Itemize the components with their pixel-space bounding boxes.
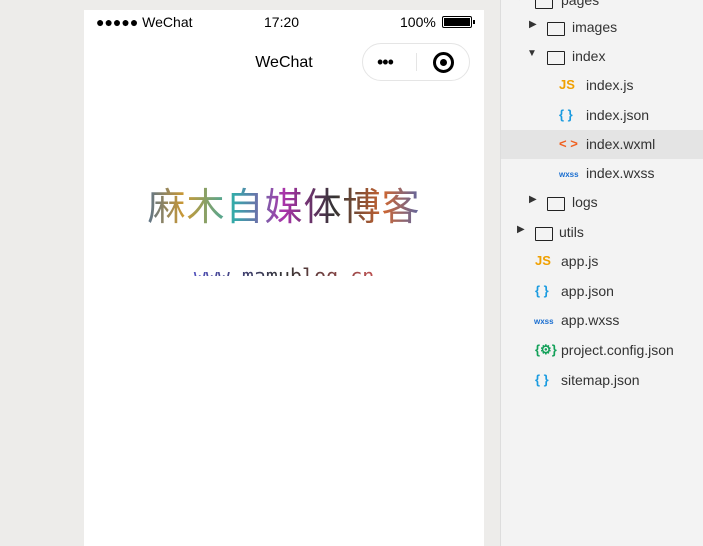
divider: [416, 53, 417, 71]
wxml-file-icon: < >: [559, 136, 578, 151]
tree-item-index-wxml[interactable]: < > index.wxml: [501, 130, 703, 159]
json-file-icon: { }: [535, 372, 549, 387]
json-file-icon: { }: [535, 283, 549, 298]
capsule-menu: •••: [362, 43, 470, 81]
tree-item-sitemap[interactable]: { } sitemap.json: [501, 366, 703, 395]
chevron-right-icon: ▶: [529, 194, 537, 205]
file-tree: ▼pages ▶images ▼index JSindex.js { }inde…: [500, 0, 703, 546]
status-bar: ●●●●● WeChat 17:20 100%: [84, 10, 484, 34]
folder-icon: [535, 227, 553, 241]
js-file-icon: JS: [559, 77, 575, 92]
carrier: ●●●●● WeChat: [96, 14, 193, 30]
config-file-icon: {⚙}: [535, 342, 557, 357]
js-file-icon: JS: [535, 253, 551, 268]
json-file-icon: { }: [559, 107, 573, 122]
tree-item-images[interactable]: ▶ images: [501, 13, 703, 42]
tree-item-index-js[interactable]: JS index.js: [501, 71, 703, 100]
time: 17:20: [264, 14, 300, 30]
tree-item-index-wxss[interactable]: wxss index.wxss: [501, 159, 703, 188]
url-clip: www.mamublog.cn: [84, 264, 484, 276]
folder-open-icon: [535, 0, 553, 9]
more-button[interactable]: •••: [377, 52, 394, 73]
folder-icon: [547, 22, 565, 36]
chevron-right-icon: ▶: [517, 224, 525, 235]
tree-item-app-js[interactable]: JS app.js: [501, 247, 703, 276]
battery-icon: [442, 16, 475, 28]
site-url: www.mamublog.cn: [84, 264, 484, 276]
folder-icon: [547, 197, 565, 211]
tree-item-index-json[interactable]: { } index.json: [501, 101, 703, 130]
wxss-file-icon: wxss: [534, 317, 554, 326]
chevron-down-icon: ▼: [527, 48, 537, 59]
close-record-icon[interactable]: [433, 52, 454, 73]
battery-percent: 100%: [400, 14, 436, 30]
wxss-file-icon: wxss: [559, 170, 579, 179]
chevron-right-icon: ▶: [529, 19, 537, 30]
tree-item-utils[interactable]: ▶ utils: [501, 218, 703, 247]
folder-open-icon: [547, 51, 565, 65]
phone-simulator: ●●●●● WeChat 17:20 100% WeChat ••• 麻木自媒体…: [84, 10, 484, 546]
tree-item-app-json[interactable]: { } app.json: [501, 277, 703, 306]
tree-item-logs[interactable]: ▶ logs: [501, 188, 703, 217]
chevron-down-icon: ▼: [515, 0, 525, 3]
page-title: 麻木自媒体博客: [84, 176, 484, 231]
tree-item-index-folder[interactable]: ▼ index: [501, 42, 703, 71]
tree-item-app-wxss[interactable]: wxss app.wxss: [501, 306, 703, 335]
tree-item-project-config[interactable]: {⚙} project.config.json: [501, 336, 703, 365]
